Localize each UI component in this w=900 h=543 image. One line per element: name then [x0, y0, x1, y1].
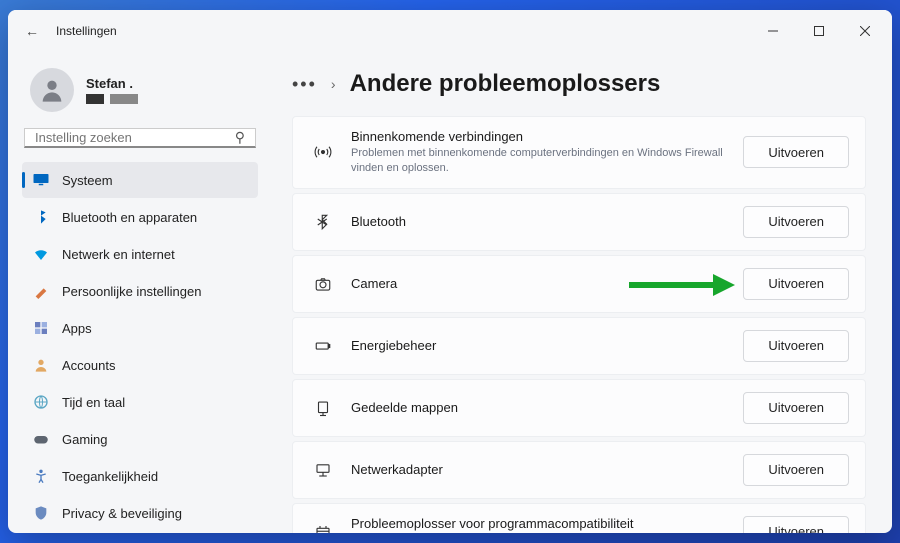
wifi-icon: [32, 245, 50, 263]
profile-name: Stefan .: [86, 76, 138, 91]
row-title: Bluetooth: [351, 214, 743, 229]
troubleshooter-list: Binnenkomende verbindingen Problemen met …: [292, 116, 866, 533]
row-title: Netwerkadapter: [351, 462, 743, 477]
row-content: Netwerkadapter: [337, 462, 743, 477]
row-title: Energiebeheer: [351, 338, 743, 353]
apps-icon: [32, 319, 50, 337]
globe-icon: [32, 393, 50, 411]
sidebar: Stefan . ⚲ Systeem Bluetooth en apparaten…: [8, 52, 266, 533]
sidebar-item-label: Persoonlijke instellingen: [62, 284, 201, 299]
row-content: Gedeelde mappen: [337, 400, 743, 415]
brush-icon: [32, 282, 50, 300]
back-button[interactable]: ←: [12, 11, 52, 51]
troubleshooter-row: Binnenkomende verbindingen Problemen met …: [292, 116, 866, 189]
window-title: Instellingen: [56, 24, 117, 38]
sidebar-item-shield[interactable]: Privacy & beveiliging: [22, 495, 258, 531]
sidebar-item-globe[interactable]: Tijd en taal: [22, 384, 258, 420]
sidebar-item-apps[interactable]: Apps: [22, 310, 258, 346]
sidebar-item-label: Apps: [62, 321, 92, 336]
sidebar-item-label: Netwerk en internet: [62, 247, 175, 262]
sidebar-item-label: Tijd en taal: [62, 395, 125, 410]
battery-icon: [309, 337, 337, 355]
row-description: Problemen met binnenkomende computerverb…: [351, 146, 743, 176]
profile-info: Stefan .: [86, 76, 138, 104]
avatar-icon: [30, 68, 74, 112]
run-button[interactable]: Uitvoeren: [743, 392, 849, 424]
troubleshooter-row: Gedeelde mappenUitvoeren: [292, 379, 866, 437]
monitor-icon: [32, 171, 50, 189]
troubleshooter-row: BluetoothUitvoeren: [292, 193, 866, 251]
breadcrumb: ••• › Andere probleemoplossers: [292, 70, 866, 98]
row-content: Bluetooth: [337, 214, 743, 229]
run-button[interactable]: Uitvoeren: [743, 516, 849, 533]
row-content: Binnenkomende verbindingen Problemen met …: [337, 129, 743, 176]
sidebar-nav: Systeem Bluetooth en apparaten Netwerk en …: [22, 162, 258, 532]
user-profile[interactable]: Stefan .: [22, 62, 258, 128]
troubleshooter-row: NetwerkadapterUitvoeren: [292, 441, 866, 499]
settings-window: ← Instellingen Stefan .: [8, 10, 892, 533]
network-icon: [309, 461, 337, 479]
row-title: Camera: [351, 276, 743, 291]
person-icon: [32, 356, 50, 374]
camera-icon: [309, 275, 337, 293]
troubleshooter-row: CameraUitvoeren: [292, 255, 866, 313]
sidebar-item-label: Toegankelijkheid: [62, 469, 158, 484]
sidebar-item-person[interactable]: Accounts: [22, 347, 258, 383]
gaming-icon: [32, 430, 50, 448]
row-title: Gedeelde mappen: [351, 400, 743, 415]
bluetooth-icon: [32, 208, 50, 226]
run-button[interactable]: Uitvoeren: [743, 454, 849, 486]
shared-icon: [309, 399, 337, 417]
sidebar-item-brush[interactable]: Persoonlijke instellingen: [22, 273, 258, 309]
run-button[interactable]: Uitvoeren: [743, 330, 849, 362]
page-title: Andere probleemoplossers: [350, 70, 661, 98]
sidebar-item-label: Accounts: [62, 358, 115, 373]
main-content: ••• › Andere probleemoplossers Binnenkom…: [266, 52, 892, 533]
sidebar-item-label: Systeem: [62, 173, 113, 188]
search-icon: ⚲: [225, 129, 255, 146]
window-controls: [750, 15, 888, 47]
run-button[interactable]: Uitvoeren: [743, 268, 849, 300]
titlebar: ← Instellingen: [8, 10, 892, 52]
bt-icon: [309, 213, 337, 231]
chevron-right-icon: ›: [331, 76, 336, 92]
accessibility-icon: [32, 467, 50, 485]
troubleshooter-row: Probleemoplosser voor programmacompatibi…: [292, 503, 866, 533]
sidebar-item-bluetooth[interactable]: Bluetooth en apparaten: [22, 199, 258, 235]
row-content: Camera: [337, 276, 743, 291]
connections-icon: [309, 143, 337, 161]
sidebar-item-monitor[interactable]: Systeem: [22, 162, 258, 198]
sidebar-item-wifi[interactable]: Netwerk en internet: [22, 236, 258, 272]
minimize-button[interactable]: [750, 15, 796, 47]
sidebar-item-gaming[interactable]: Gaming: [22, 421, 258, 457]
maximize-button[interactable]: [796, 15, 842, 47]
row-title: Probleemoplosser voor programmacompatibi…: [351, 516, 743, 531]
profile-meta: [86, 94, 138, 104]
body: Stefan . ⚲ Systeem Bluetooth en apparaten…: [8, 52, 892, 533]
sidebar-item-label: Bluetooth en apparaten: [62, 210, 197, 225]
sidebar-item-label: Gaming: [62, 432, 108, 447]
row-content: Energiebeheer: [337, 338, 743, 353]
search-box[interactable]: ⚲: [24, 128, 256, 148]
profile-chip: [110, 94, 138, 104]
sidebar-item-label: Privacy & beveiliging: [62, 506, 182, 521]
search-input[interactable]: [25, 130, 225, 145]
shield-icon: [32, 504, 50, 522]
row-content: Probleemoplosser voor programmacompatibi…: [337, 516, 743, 533]
row-title: Binnenkomende verbindingen: [351, 129, 743, 144]
profile-chip: [86, 94, 104, 104]
run-button[interactable]: Uitvoeren: [743, 136, 849, 168]
troubleshooter-row: EnergiebeheerUitvoeren: [292, 317, 866, 375]
run-button[interactable]: Uitvoeren: [743, 206, 849, 238]
close-button[interactable]: [842, 15, 888, 47]
breadcrumb-more-icon[interactable]: •••: [292, 74, 317, 95]
compat-icon: [309, 523, 337, 533]
sidebar-item-accessibility[interactable]: Toegankelijkheid: [22, 458, 258, 494]
